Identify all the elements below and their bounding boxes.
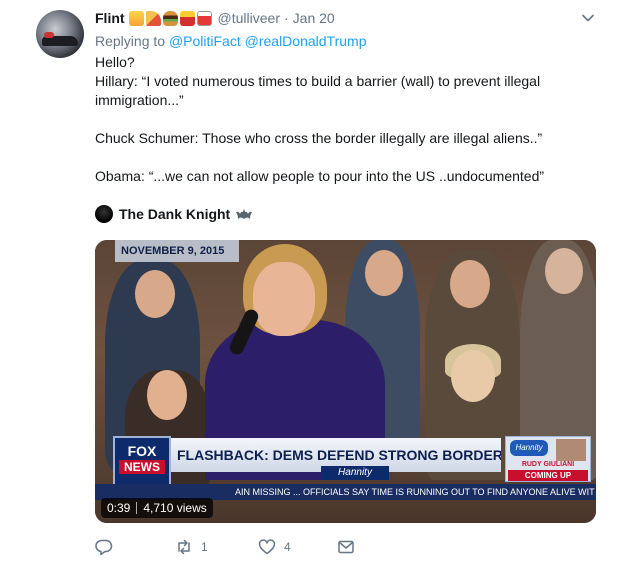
video-stats: 0:39 4,710 views [101, 498, 213, 518]
network-sub: NEWS [119, 460, 165, 474]
show-logo: Hannity [510, 440, 548, 456]
text-line: Chuck Schumer: Those who cross the borde… [95, 130, 543, 146]
location-date-overlay: NOVEMBER 9, 2015 [115, 240, 239, 262]
tweet[interactable]: Flint @tulliveer · Jan 20 Replying to @P… [0, 0, 630, 565]
chevron-down-icon[interactable] [580, 10, 596, 26]
guest-name: RUDY GIULIANI [521, 461, 575, 468]
media-credit[interactable]: The Dank Knight [95, 204, 253, 224]
heart-icon [258, 539, 276, 555]
credit-avatar [95, 205, 113, 223]
display-name[interactable]: Flint [95, 10, 125, 26]
video-duration: 0:39 [107, 501, 131, 515]
view-count: 4,710 views [143, 501, 207, 515]
text-line: Obama: “...we can not allow people to po… [95, 168, 545, 184]
avatar[interactable] [36, 10, 84, 58]
reply-target-link[interactable]: @realDonaldTrump [245, 33, 367, 49]
text-line: Hillary: “I voted numerous times to buil… [95, 73, 541, 89]
text-line: immigration...” [95, 92, 184, 108]
reply-button[interactable] [95, 537, 121, 557]
separator: · [284, 10, 289, 26]
retweet-button[interactable]: 1 [175, 537, 208, 557]
fries-icon [179, 10, 195, 26]
guest-photo [556, 439, 586, 461]
bat-icon [236, 209, 253, 219]
user-handle[interactable]: @tulliveer [218, 10, 280, 26]
tweet-date[interactable]: Jan 20 [293, 10, 335, 26]
emoji-icon [128, 10, 144, 26]
retweet-icon [178, 539, 190, 555]
reply-target-link[interactable]: @PolitiFact [169, 33, 241, 49]
text-line: Hello? [95, 54, 135, 70]
like-count: 4 [284, 540, 291, 554]
reply-prefix: Replying to [95, 33, 166, 49]
direct-message-button[interactable] [337, 537, 355, 557]
retweet-count: 1 [201, 540, 208, 554]
network-logo: FOX NEWS [113, 436, 171, 486]
coming-up-label: COMING UP [508, 470, 588, 481]
video-player[interactable]: NOVEMBER 9, 2015 FOX NEWS FLASHBACK: DEM… [95, 240, 596, 523]
pizza-icon [145, 10, 161, 26]
drink-icon [196, 10, 212, 26]
like-button[interactable]: 4 [258, 537, 291, 557]
burger-icon [162, 10, 178, 26]
tweet-text: Hello? Hillary: “I voted numerous times … [95, 53, 605, 186]
credit-name[interactable]: The Dank Knight [119, 206, 230, 222]
coming-up-box: Hannity RUDY GIULIANI COMING UP [505, 436, 591, 482]
replying-to: Replying to @PolitiFact @realDonaldTrump [95, 33, 366, 49]
envelope-icon [338, 540, 354, 554]
tweet-header: Flint @tulliveer · Jan 20 [95, 9, 335, 27]
reply-icon [95, 539, 113, 556]
network-name: FOX [127, 443, 157, 459]
show-tag: Hannity [321, 466, 389, 480]
lower-third: FOX NEWS FLASHBACK: DEMS DEFEND STRONG B… [113, 436, 591, 486]
tweet-actions: 1 4 [95, 537, 395, 557]
